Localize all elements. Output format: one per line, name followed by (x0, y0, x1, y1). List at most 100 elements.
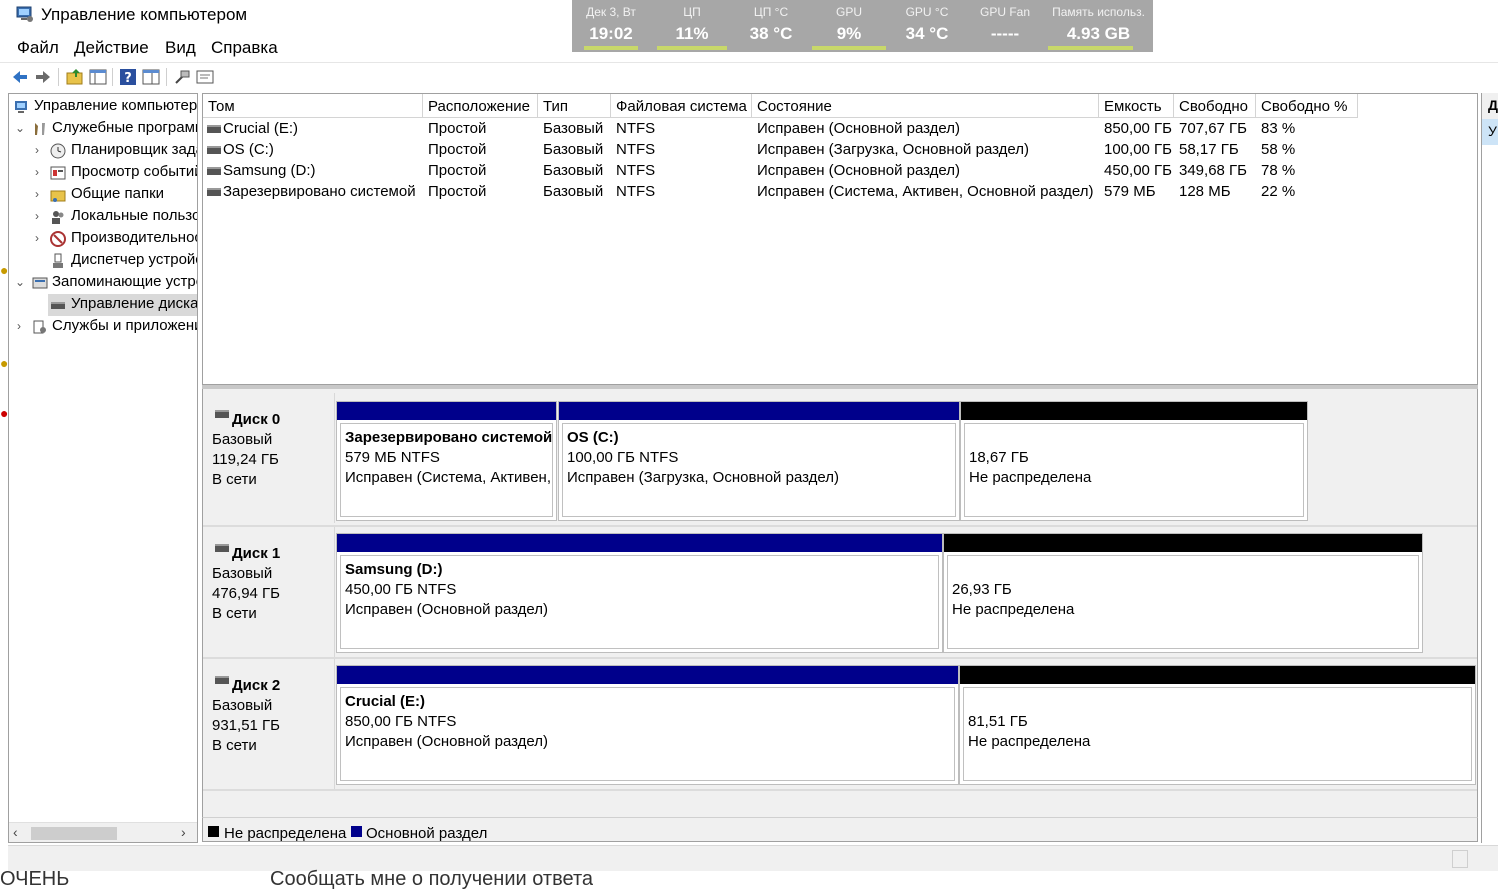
cell-layout: Простой (428, 141, 487, 158)
column-header-status[interactable]: Состояние (752, 94, 1099, 118)
connect-icon[interactable] (173, 68, 191, 86)
unallocated-partition-bar (961, 402, 1307, 420)
properties-icon[interactable] (142, 68, 160, 86)
chevron-right-icon[interactable]: › (35, 143, 39, 157)
partition-unallocated-1[interactable]: 26,93 ГБ Не распределена (943, 533, 1423, 653)
actions-pane: Д У (1481, 93, 1498, 843)
tree-item-label: Планировщик заданий (71, 141, 197, 158)
cell-capacity: 850,00 ГБ (1104, 120, 1173, 137)
monitor-label: GPU Fan (979, 5, 1030, 19)
partition-size: 100,00 ГБ NTFS (567, 449, 679, 466)
status-bar (8, 845, 1498, 871)
primary-partition-bar (337, 534, 942, 552)
partition-os-c[interactable]: OS (C:) 100,00 ГБ NTFS Исправен (Загрузк… (558, 401, 960, 521)
tree-item-task-scheduler[interactable]: › Планировщик заданий (9, 140, 197, 162)
back-arrow-icon[interactable] (11, 68, 29, 86)
menu-file[interactable]: Файл (17, 38, 59, 58)
device-manager-icon (53, 253, 63, 268)
show-hide-tree-icon[interactable] (89, 68, 107, 86)
partition-status: Исправен (Основной раздел) (345, 601, 549, 618)
actions-item[interactable]: У (1482, 119, 1498, 145)
tree-item-local-users[interactable]: › Локальные пользователи (9, 206, 197, 228)
column-header-capacity[interactable]: Емкость (1099, 94, 1174, 118)
partition-samsung-d[interactable]: Samsung (D:) 450,00 ГБ NTFS Исправен (Ос… (336, 533, 943, 653)
tree-item-storage[interactable]: ⌄ Запоминающие устройства (9, 272, 197, 294)
column-header-free-percent[interactable]: Свободно % (1256, 94, 1358, 118)
partition-reserved[interactable]: Зарезервировано системой 579 МБ NTFS Исп… (336, 401, 557, 521)
partition-title (968, 692, 1471, 712)
chevron-right-icon[interactable]: › (35, 165, 39, 179)
disk-label-0[interactable]: Диск 0 Базовый 119,24 ГБ В сети (203, 393, 335, 523)
navigation-tree: Управление компьютером (локальным) ⌄ Слу… (8, 93, 198, 843)
disk-type: Базовый (212, 431, 273, 448)
tree-item-device-manager[interactable]: Диспетчер устройств (9, 250, 197, 272)
cell-free-percent: 83 % (1261, 120, 1296, 137)
tree-item-label: Запоминающие устройства (52, 273, 197, 290)
help-icon[interactable]: ? (119, 68, 137, 86)
partition-title: Samsung (D:) (345, 561, 443, 578)
partition-unallocated-2[interactable]: 81,51 ГБ Не распределена (959, 665, 1476, 785)
partition-info: Samsung (D:) 450,00 ГБ NTFS Исправен (Ос… (340, 555, 939, 649)
partition-size: 18,67 ГБ (969, 449, 1029, 466)
disk-name: Диск 2 (232, 677, 281, 694)
tree-item-performance[interactable]: › Производительность (9, 228, 197, 250)
chevron-down-icon[interactable]: ⌄ (15, 275, 25, 289)
background-fragment: ● (0, 262, 9, 278)
column-header-type[interactable]: Тип (538, 94, 611, 118)
disk-size: 931,51 ГБ (212, 717, 281, 734)
column-header-volume[interactable]: Том (203, 94, 423, 118)
console-icon[interactable] (196, 68, 214, 86)
column-header-filesystem[interactable]: Файловая система (611, 94, 752, 118)
chevron-down-icon[interactable]: ⌄ (15, 121, 25, 135)
disk-label-1[interactable]: Диск 1 Базовый 476,94 ГБ В сети (203, 527, 335, 657)
cell-status: Исправен (Основной раздел) (757, 120, 961, 137)
computer-management-icon (16, 6, 33, 22)
forward-arrow-icon[interactable] (34, 68, 52, 86)
menu-bar: Файл Действие Вид Справка (0, 34, 1498, 62)
up-folder-icon[interactable] (66, 68, 84, 86)
tree-horizontal-scrollbar[interactable]: ‹ › (9, 822, 197, 842)
tree-item-disk-management[interactable]: Управление дисками (48, 294, 197, 316)
chevron-right-icon[interactable]: › (35, 231, 39, 245)
disk-icon (215, 544, 229, 552)
partition-title: OS (C:) (567, 429, 619, 446)
storage-icon (32, 277, 48, 289)
resize-grip[interactable] (1452, 850, 1468, 868)
clock-icon (50, 143, 66, 159)
scroll-left-icon[interactable]: ‹ (13, 824, 18, 840)
column-header-free[interactable]: Свободно (1174, 94, 1256, 118)
chevron-right-icon[interactable]: › (35, 187, 39, 201)
toolbar-separator (112, 68, 113, 86)
monitor-label: ЦП °C (753, 5, 789, 19)
tree-item-shared-folders[interactable]: › Общие папки (9, 184, 197, 206)
scroll-thumb[interactable] (31, 827, 117, 840)
menu-action[interactable]: Действие (74, 38, 149, 58)
tree-item-event-viewer[interactable]: › Просмотр событий (9, 162, 197, 184)
svg-text:?: ? (124, 71, 132, 86)
tree-item-computer-management[interactable]: Управление компьютером (локальным) (9, 96, 197, 118)
tree-item-system-tools[interactable]: ⌄ Служебные программы (9, 118, 197, 140)
tools-icon (35, 123, 45, 135)
partition-size: 26,93 ГБ (952, 581, 1012, 598)
menu-help[interactable]: Справка (211, 38, 278, 58)
disk-separator (203, 657, 1477, 659)
disk-icon (51, 302, 65, 309)
chevron-right-icon[interactable]: › (17, 319, 21, 333)
tree-item-label: Общие папки (71, 185, 165, 202)
disk-label-2[interactable]: Диск 2 Базовый 931,51 ГБ В сети (203, 659, 335, 789)
partition-crucial-e[interactable]: Crucial (E:) 850,00 ГБ NTFS Исправен (Ос… (336, 665, 959, 785)
legend-unallocated-swatch (208, 826, 219, 837)
cell-free: 128 МБ (1179, 183, 1231, 200)
primary-partition-bar (337, 666, 958, 684)
column-header-layout[interactable]: Расположение (423, 94, 538, 118)
chevron-right-icon[interactable]: › (35, 209, 39, 223)
partition-status: Не распределена (968, 733, 1091, 750)
cell-type: Базовый (543, 183, 604, 200)
partition-size: 81,51 ГБ (968, 713, 1028, 730)
menu-view[interactable]: Вид (165, 38, 196, 58)
partition-unallocated-0[interactable]: 18,67 ГБ Не распределена (960, 401, 1308, 521)
cell-layout: Простой (428, 162, 487, 179)
partition-size: 850,00 ГБ NTFS (345, 713, 457, 730)
tree-item-services[interactable]: › Службы и приложения (9, 316, 197, 338)
scroll-right-icon[interactable]: › (181, 824, 186, 840)
